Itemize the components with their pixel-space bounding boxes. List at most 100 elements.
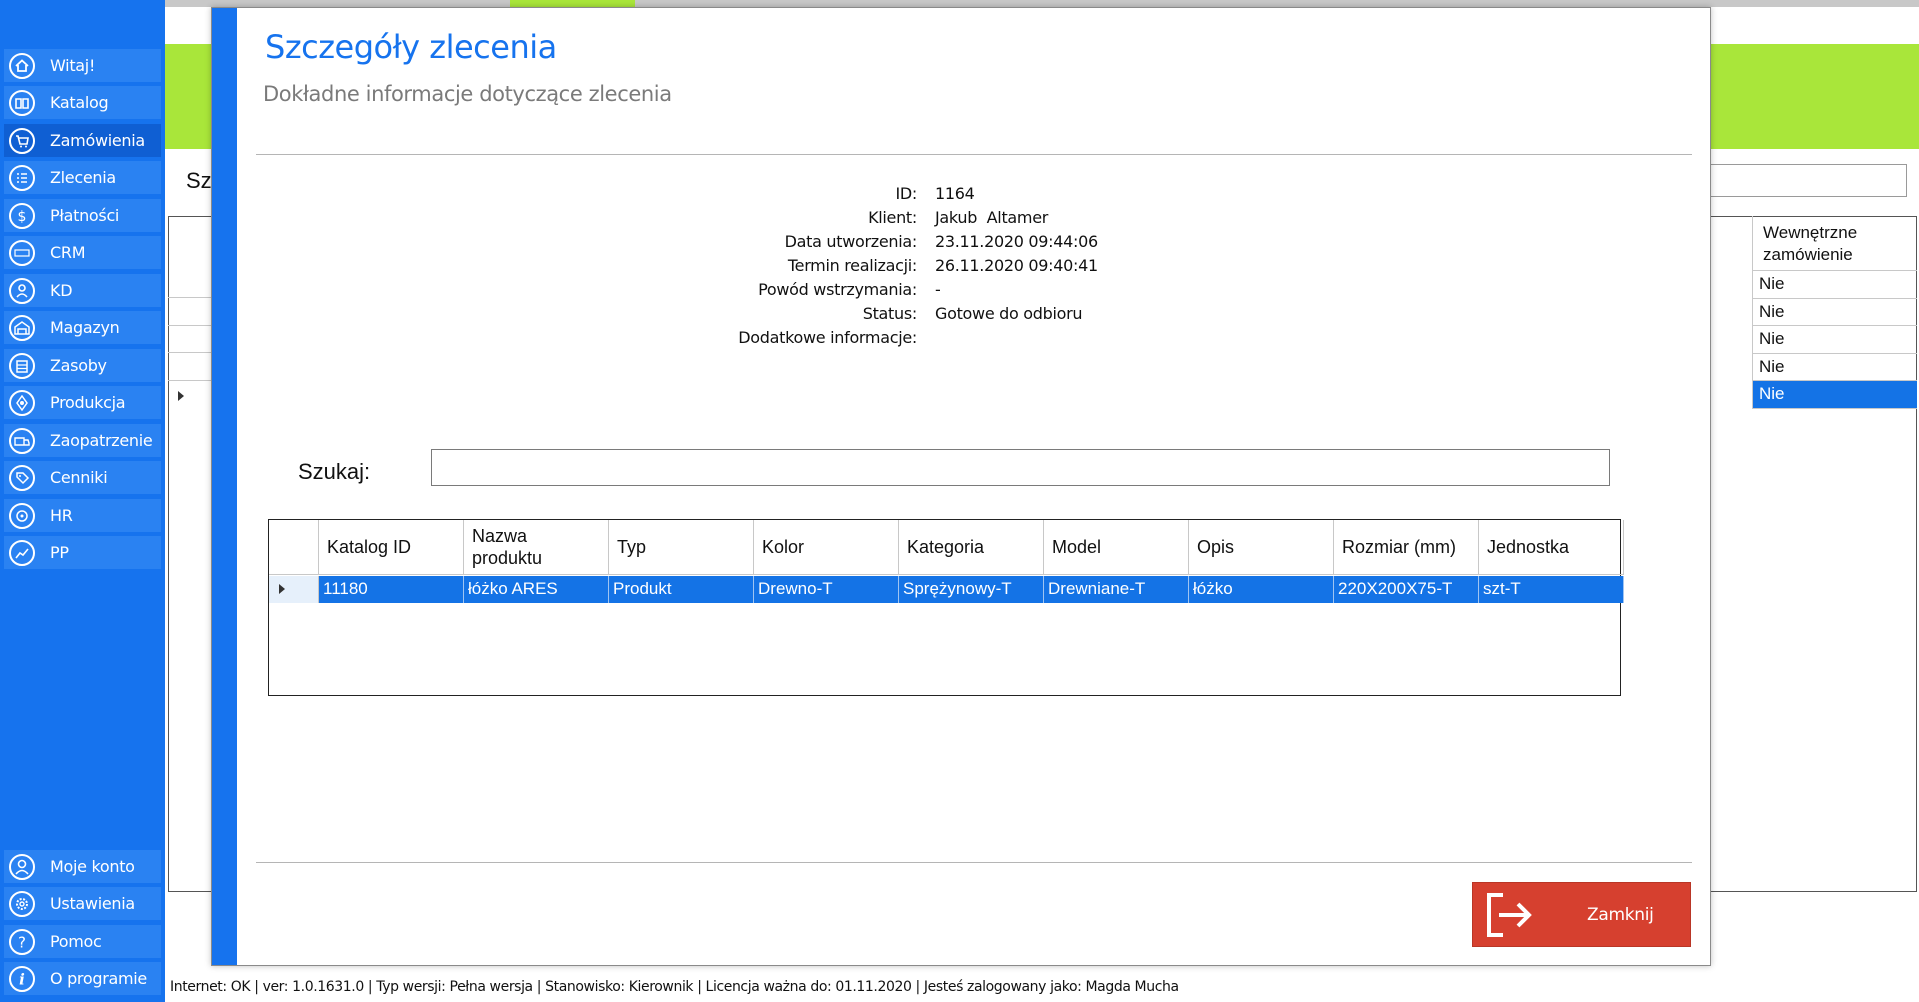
- account-icon: [8, 853, 36, 881]
- sidebar-item-platnosci[interactable]: $ Płatności: [4, 199, 161, 232]
- column-header[interactable]: Kategoria: [899, 520, 1044, 575]
- row-pointer-icon: [178, 391, 184, 401]
- table-cell[interactable]: 220X200X75-T: [1334, 576, 1479, 603]
- dialog-accent-stripe: [212, 8, 237, 965]
- table-cell[interactable]: Drewniane-T: [1044, 576, 1189, 603]
- column-header[interactable]: Jednostka: [1479, 520, 1624, 575]
- sidebar-item-magazyn[interactable]: Magazyn: [4, 311, 161, 344]
- table-cell[interactable]: Nie: [1752, 298, 1917, 326]
- background-row[interactable]: [168, 298, 212, 326]
- sidebar-item-label: Katalog: [50, 93, 109, 112]
- detail-label: ID:: [895, 184, 917, 203]
- top-bar: [165, 0, 1919, 7]
- resources-icon: [8, 352, 36, 380]
- sidebar-item-label: Moje konto: [50, 857, 135, 876]
- products-grid[interactable]: Katalog ID Nazwa produktu Typ Kolor Kate…: [268, 519, 1624, 696]
- column-header[interactable]: Katalog ID: [319, 520, 464, 575]
- detail-label: Termin realizacji:: [787, 256, 917, 275]
- sidebar-item-label: Ustawienia: [50, 894, 135, 913]
- sidebar-item-cenniki[interactable]: Cenniki: [4, 461, 161, 494]
- close-button[interactable]: Zamknij: [1472, 882, 1691, 947]
- table-cell[interactable]: Drewno-T: [754, 576, 899, 603]
- table-cell[interactable]: łóżko: [1189, 576, 1334, 603]
- detail-row-additional-info: Dodatkowe informacje:: [592, 328, 1292, 352]
- svg-text:$: $: [18, 209, 27, 225]
- svg-text:i: i: [19, 970, 25, 988]
- book-icon: [8, 89, 36, 117]
- internal-order-column: Wewnętrzne zamówienie Nie Nie Nie Nie Ni…: [1752, 216, 1917, 409]
- svg-text:?: ?: [18, 933, 26, 951]
- divider: [256, 154, 1692, 155]
- table-cell[interactable]: Nie: [1752, 353, 1917, 381]
- sidebar-item-crm[interactable]: CRM: [4, 236, 161, 269]
- sidebar: Witaj! Katalog Zamówienia Zlecenia $ Pła…: [0, 0, 165, 1002]
- sidebar-item-label: O programie: [50, 969, 147, 988]
- row-header[interactable]: [269, 576, 319, 603]
- production-icon: [8, 389, 36, 417]
- detail-label: Klient:: [868, 208, 917, 227]
- table-cell[interactable]: Nie: [1752, 271, 1917, 299]
- sidebar-item-moje-konto[interactable]: Moje konto: [4, 850, 161, 883]
- chart-icon: [8, 539, 36, 567]
- sidebar-item-pomoc[interactable]: ? Pomoc: [4, 925, 161, 958]
- table-cell[interactable]: łóżko ARES: [464, 576, 609, 603]
- cart-icon: [8, 127, 36, 155]
- exit-icon: [1481, 887, 1537, 943]
- search-input[interactable]: [431, 449, 1610, 486]
- column-header[interactable]: Typ: [609, 520, 754, 575]
- sidebar-item-label: Zasoby: [50, 356, 107, 375]
- row-pointer-icon: [279, 584, 285, 594]
- table-cell[interactable]: Nie: [1752, 326, 1917, 354]
- sidebar-item-zlecenia[interactable]: Zlecenia: [4, 161, 161, 194]
- detail-value: 23.11.2020 09:44:06: [935, 232, 1098, 251]
- background-search-input[interactable]: [1705, 164, 1907, 197]
- column-header-internal-order[interactable]: Wewnętrzne zamówienie: [1752, 216, 1917, 271]
- sidebar-item-pp[interactable]: PP: [4, 536, 161, 569]
- help-icon: ?: [8, 928, 36, 956]
- table-cell-selected[interactable]: Nie: [1752, 381, 1917, 409]
- column-header[interactable]: Kolor: [754, 520, 899, 575]
- detail-row-deadline: Termin realizacji: 26.11.2020 09:40:41: [592, 256, 1292, 280]
- sidebar-item-produkcja[interactable]: Produkcja: [4, 386, 161, 419]
- detail-label: Data utworzenia:: [784, 232, 918, 251]
- sidebar-item-ustawienia[interactable]: Ustawienia: [4, 887, 161, 920]
- detail-value: Jakub Altamer: [935, 208, 1049, 227]
- order-details-dialog: Szczegóły zlecenia Dokładne informacje d…: [211, 7, 1711, 966]
- detail-value: 1164: [935, 184, 975, 203]
- sidebar-item-katalog[interactable]: Katalog: [4, 86, 161, 119]
- table-cell[interactable]: Produkt: [609, 576, 754, 603]
- sidebar-item-label: KD: [50, 281, 73, 300]
- warehouse-icon: [8, 314, 36, 342]
- column-header[interactable]: Opis: [1189, 520, 1334, 575]
- order-details: ID: 1164 Klient: Jakub Altamer Data utwo…: [592, 184, 1292, 352]
- detail-row-hold-reason: Powód wstrzymania: -: [592, 280, 1292, 304]
- detail-row-status: Status: Gotowe do odbioru: [592, 304, 1292, 328]
- table-row-selected[interactable]: 11180 łóżko ARES Produkt Drewno-T Spręży…: [269, 576, 1624, 603]
- list-icon: [8, 164, 36, 192]
- sidebar-item-hr[interactable]: HR: [4, 499, 161, 532]
- table-cell[interactable]: Sprężynowy-T: [899, 576, 1044, 603]
- background-row[interactable]: [168, 271, 212, 298]
- sidebar-item-witaj[interactable]: Witaj!: [4, 49, 161, 82]
- crm-icon: [8, 239, 36, 267]
- column-header[interactable]: Model: [1044, 520, 1189, 575]
- table-cell[interactable]: szt-T: [1479, 576, 1624, 603]
- truck-icon: [8, 427, 36, 455]
- sidebar-item-label: Zamówienia: [50, 131, 145, 150]
- sidebar-item-zaopatrzenie[interactable]: Zaopatrzenie: [4, 424, 161, 457]
- sidebar-item-o-programie[interactable]: i O programie: [4, 962, 161, 995]
- sidebar-item-label: Produkcja: [50, 393, 126, 412]
- sidebar-item-label: Zlecenia: [50, 168, 116, 187]
- table-cell[interactable]: 11180: [319, 576, 464, 603]
- hr-icon: [8, 502, 36, 530]
- settings-icon: [8, 890, 36, 918]
- column-header[interactable]: Rozmiar (mm): [1334, 520, 1479, 575]
- home-icon: [8, 52, 36, 80]
- detail-value: 26.11.2020 09:40:41: [935, 256, 1098, 275]
- background-row[interactable]: [168, 326, 212, 353]
- background-row[interactable]: [168, 353, 212, 381]
- sidebar-item-zasoby[interactable]: Zasoby: [4, 349, 161, 382]
- column-header[interactable]: Nazwa produktu: [464, 520, 609, 575]
- sidebar-item-kd[interactable]: KD: [4, 274, 161, 307]
- sidebar-item-zamowienia[interactable]: Zamówienia: [4, 124, 161, 157]
